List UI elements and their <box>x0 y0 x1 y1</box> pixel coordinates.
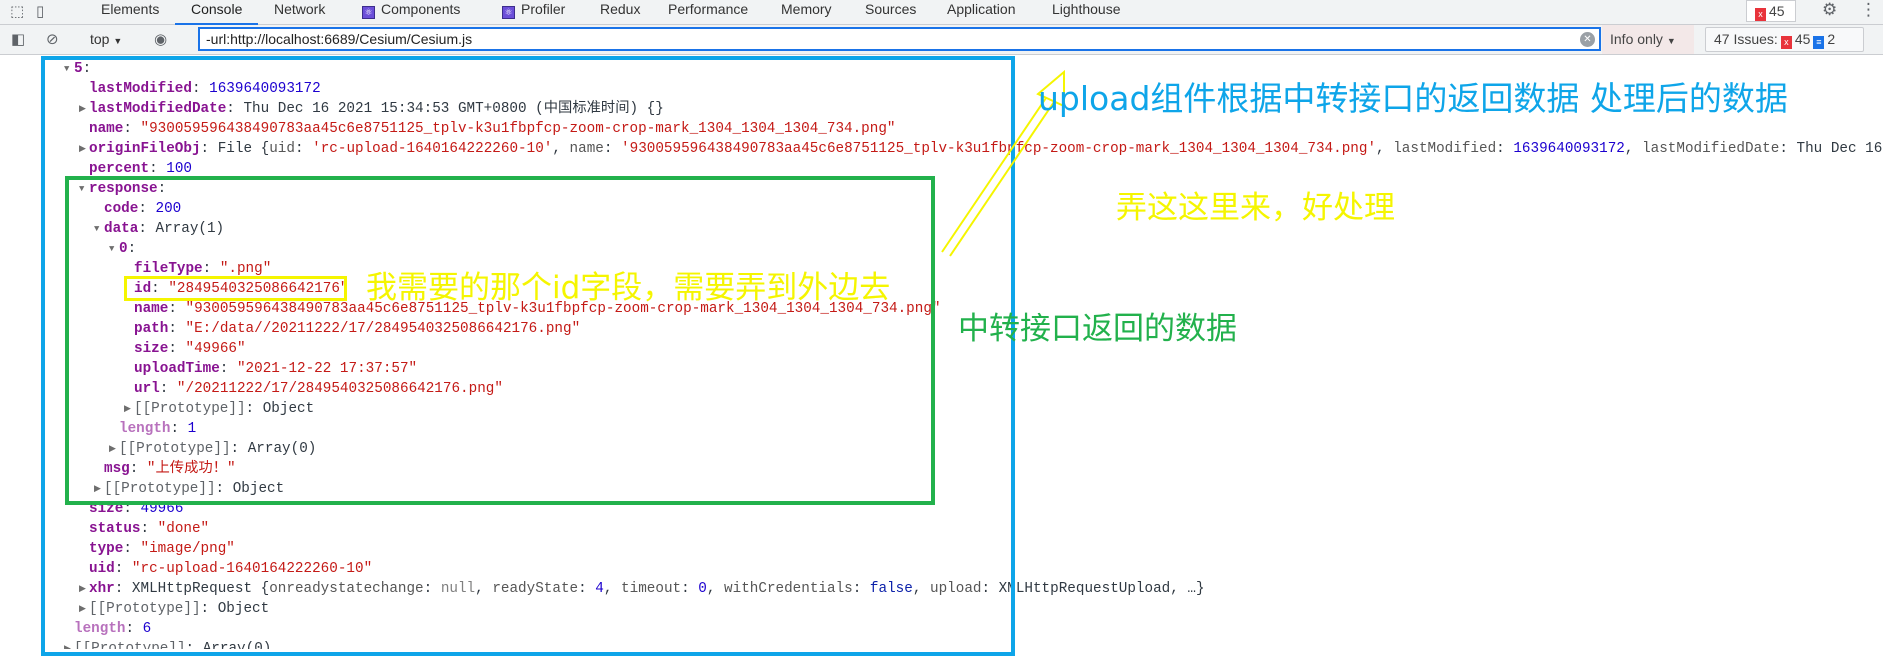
relay-data-annotation-text: 中转接口返回的数据 <box>958 311 1237 347</box>
id-field-annotation-text: 我需要的那个id字段，需要弄到外边去 <box>366 270 891 306</box>
upload-annotation-text: upload组件根据中转接口的返回数据 处理后的数据 <box>1038 79 1788 118</box>
move-here-annotation-text: 弄这这里来，好处理 <box>1116 190 1395 226</box>
